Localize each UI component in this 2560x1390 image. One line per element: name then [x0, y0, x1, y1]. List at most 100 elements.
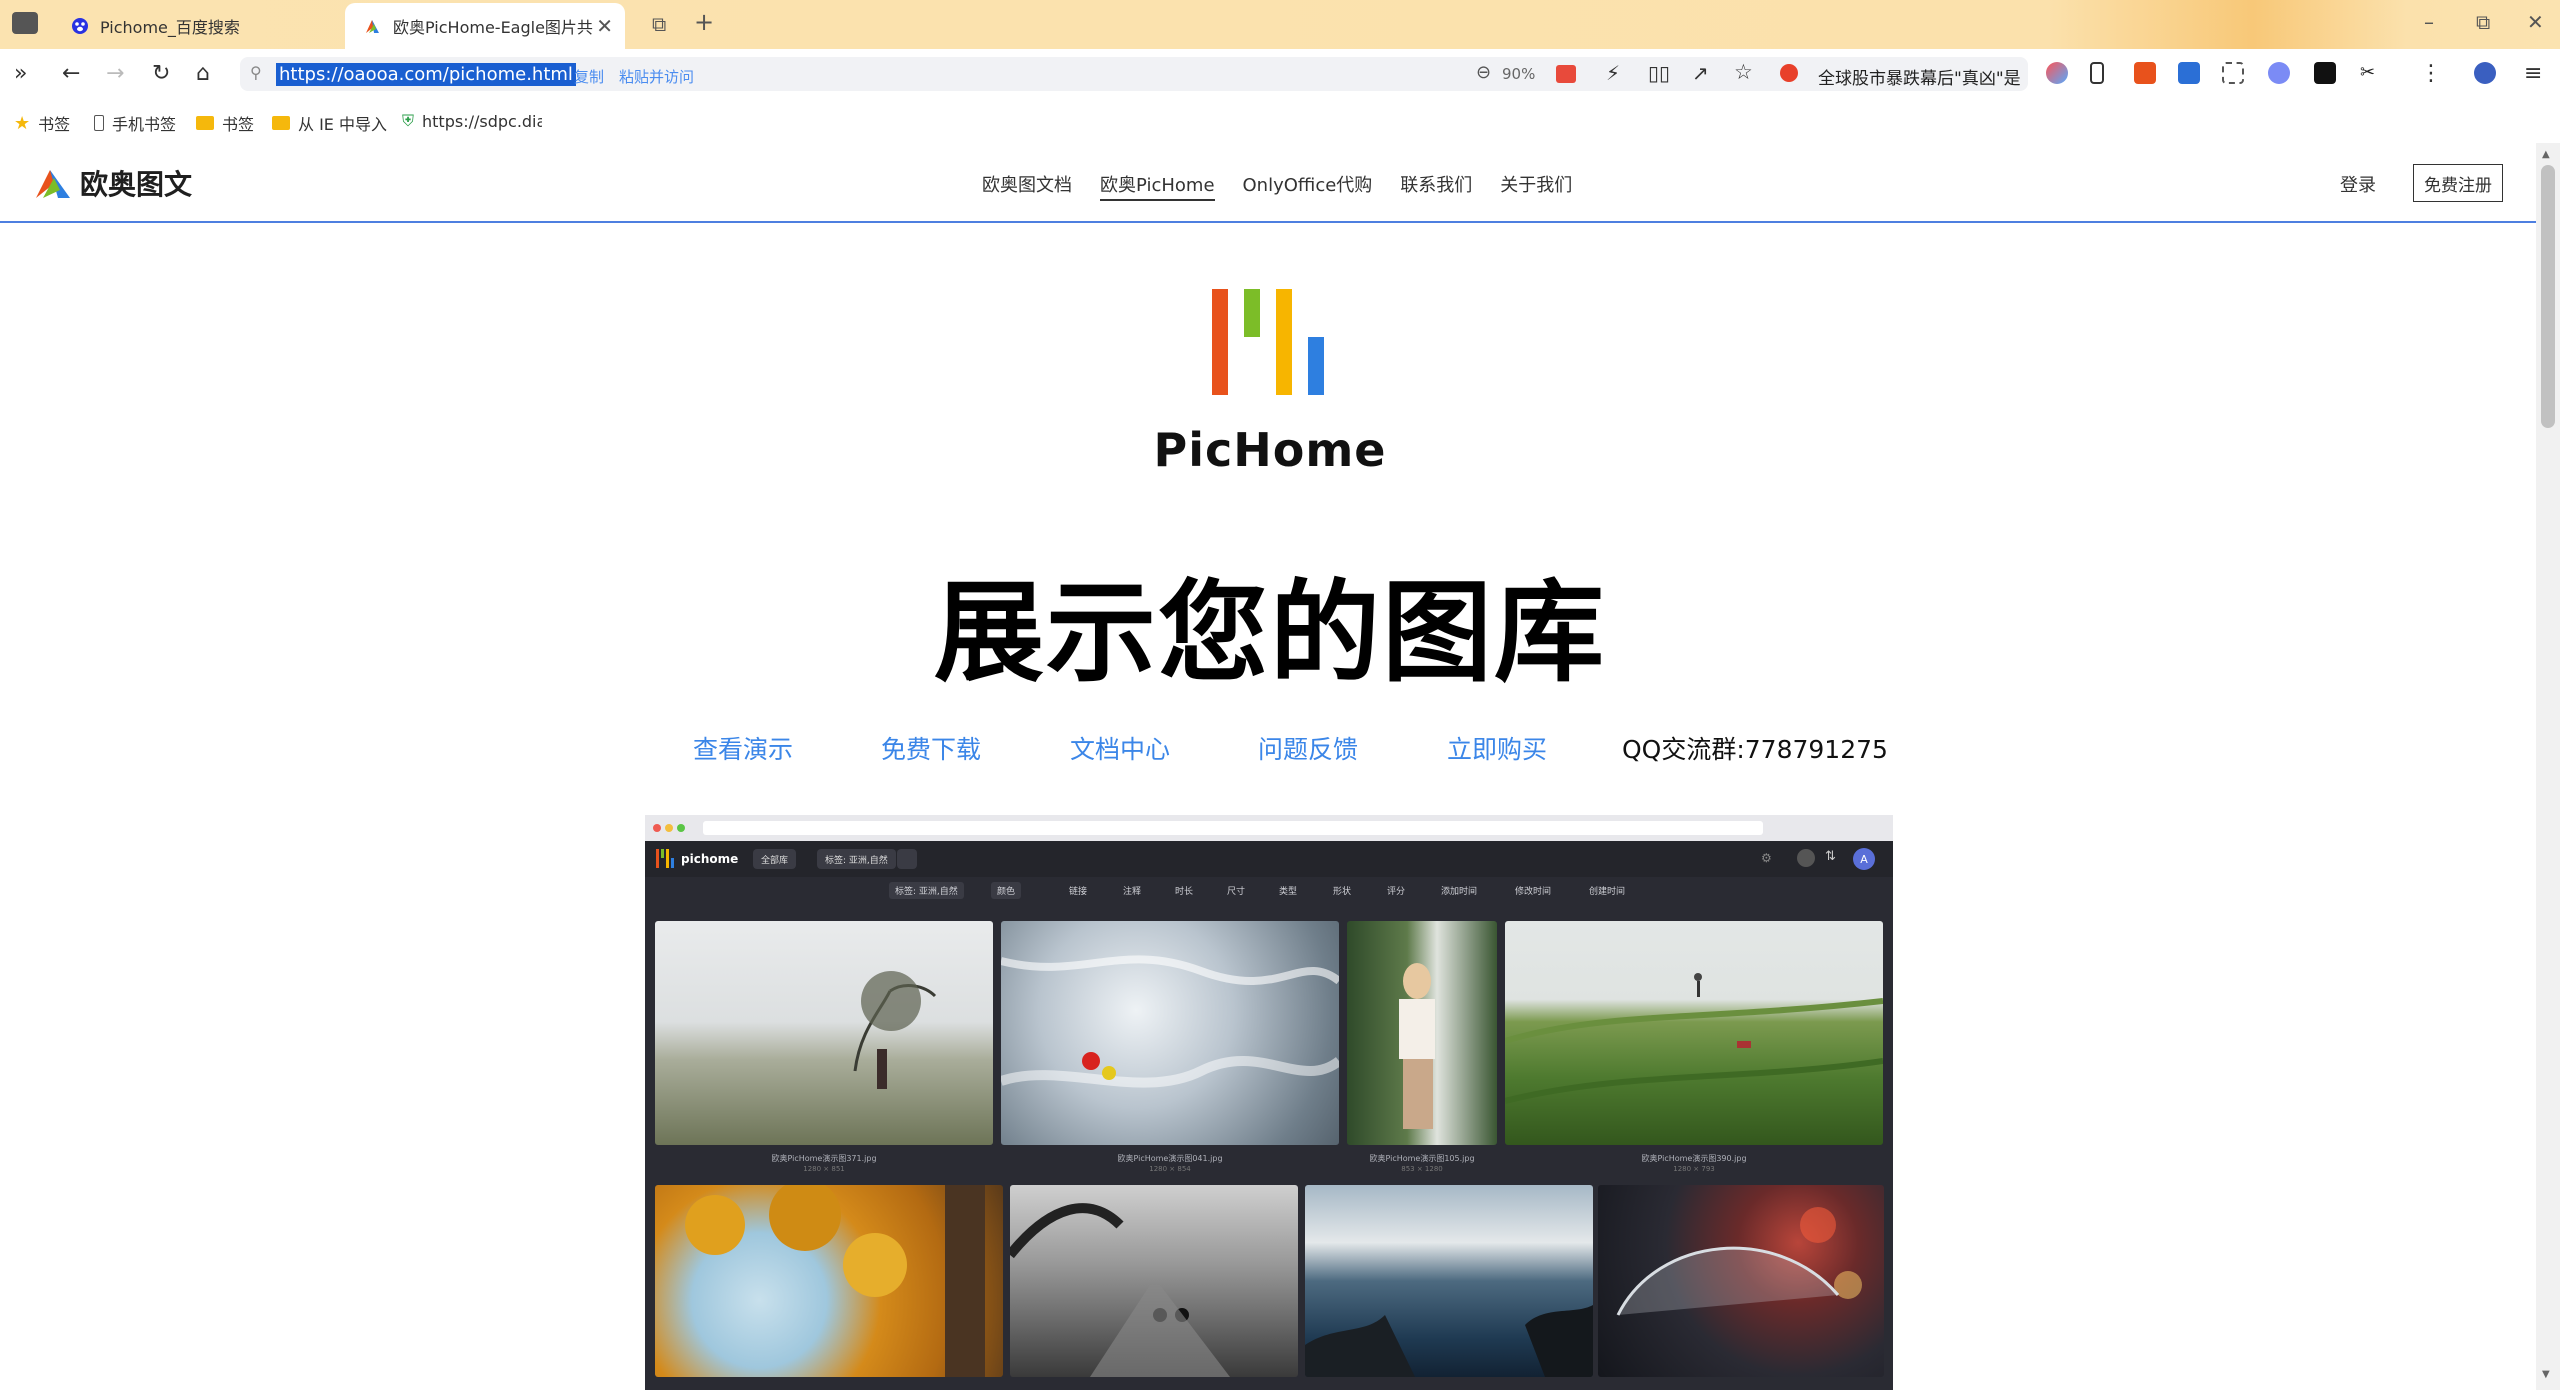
address-bar[interactable]: ⚲ https://oaooa.com/pichome.html 复制 粘贴并访…: [240, 57, 2028, 91]
bookmark-item[interactable]: ★ 书签: [14, 111, 70, 135]
logo-text: 欧奥图文: [80, 168, 193, 201]
bookmark-item[interactable]: 从 IE 中导入: [272, 111, 387, 135]
hero-title: 展示您的图库: [934, 569, 1606, 697]
shield-icon: ⛨: [402, 111, 415, 130]
forward-icon[interactable]: →: [106, 61, 124, 86]
color-chip: [897, 849, 917, 869]
nav-item-pichome[interactable]: 欧奥PicHome: [1100, 171, 1215, 201]
filter-icon: [1797, 849, 1815, 867]
reload-icon[interactable]: ↻: [152, 61, 170, 86]
oaooa-logo-icon: [363, 16, 383, 36]
photo-autumn-leaves: [655, 1185, 1003, 1377]
qr-code-icon[interactable]: [2222, 62, 2244, 84]
browser-toolbar: » ← → ↻ ⌂ ⚲ https://oaooa.com/pichome.ht…: [0, 49, 2560, 99]
more-menu-icon[interactable]: ⋮: [2420, 61, 2442, 86]
nav-item-onlyoffice[interactable]: OnlyOffice代购: [1243, 171, 1373, 201]
folder-icon: [196, 116, 214, 130]
filter-chip: 形状: [1333, 887, 1352, 897]
photo-umbrella-night: [1598, 1185, 1884, 1377]
search-icon: ⚲: [250, 63, 262, 82]
star-icon: ★: [14, 112, 31, 134]
reader-icon[interactable]: [1556, 65, 1576, 83]
back-icon[interactable]: ←: [62, 61, 80, 86]
demo-screenshot: pichome 全部库 标签: 亚洲,自然 ⚙ ⇅ A 标签: 亚洲,自然 颜色…: [645, 815, 1893, 1390]
pen-icon[interactable]: [2314, 62, 2336, 84]
filter-chip: 颜色: [991, 882, 1022, 899]
page-scrollbar[interactable]: ▲ ▼: [2536, 143, 2560, 1390]
nav-item-contact[interactable]: 联系我们: [1400, 171, 1472, 201]
photo-green-hills: [1505, 921, 1883, 1145]
photo-snow-aerial: [1001, 921, 1339, 1145]
tab-baidu-search[interactable]: Pichome_百度搜索: [52, 3, 342, 49]
login-link[interactable]: 登录: [2340, 171, 2376, 197]
filter-chip: 添加时间: [1441, 887, 1478, 897]
window-dot-red: [653, 824, 661, 832]
nav-item-about[interactable]: 关于我们: [1500, 171, 1572, 201]
main-menu-icon[interactable]: ≡: [2524, 61, 2542, 86]
register-button[interactable]: 免费注册: [2413, 164, 2503, 202]
demo-logo: pichome: [655, 849, 738, 869]
tab-pichome[interactable]: 欧奥PicHome-Eagle图片共享 ✕: [345, 3, 625, 49]
buy-link[interactable]: 立即购买: [1447, 730, 1547, 766]
photo-woman-laundry: [1347, 921, 1497, 1145]
bookmark-item[interactable]: 手机书签: [94, 111, 176, 135]
phone-icon[interactable]: [2090, 62, 2104, 84]
filter-chip: 评分: [1387, 887, 1406, 897]
sidebar-toggle-icon[interactable]: [12, 12, 38, 34]
site-nav: 欧奥图文档 欧奥PicHome OnlyOffice代购 联系我们 关于我们: [982, 171, 1572, 201]
photo-caption: 欧奥PicHome演示图041.jpg 1280 × 854: [1117, 1154, 1223, 1173]
minimize-icon[interactable]: –: [2424, 10, 2434, 34]
lightning-icon[interactable]: ⚡: [1606, 61, 1620, 85]
bookmark-item[interactable]: 书签: [196, 111, 254, 135]
download-link[interactable]: 免费下载: [881, 730, 981, 766]
feedback-link[interactable]: 问题反馈: [1258, 730, 1358, 766]
tab-title: 欧奥PicHome-Eagle图片共享: [393, 18, 593, 37]
photo-caption: 欧奥PicHome演示图371.jpg 1280 × 851: [771, 1154, 877, 1173]
site-logo[interactable]: 欧奥图文: [34, 163, 192, 203]
library-chip: 全部库: [753, 849, 797, 869]
scroll-up-icon[interactable]: ▲: [2542, 149, 2550, 160]
pdf-icon[interactable]: [2134, 62, 2156, 84]
paste-go-button[interactable]: 粘贴并访问: [619, 66, 694, 87]
read-mode-icon[interactable]: ▯▯: [1648, 61, 1670, 85]
pichome-logo-icon: [1212, 289, 1324, 395]
close-tab-icon[interactable]: ✕: [596, 14, 613, 38]
zoom-out-icon[interactable]: ⊖: [1476, 62, 1491, 83]
tab-list-icon[interactable]: ⧉: [652, 12, 666, 36]
expand-sidebar-icon[interactable]: »: [14, 61, 27, 86]
restore-icon[interactable]: ⧉: [2476, 10, 2490, 34]
scroll-thumb[interactable]: [2541, 165, 2555, 428]
url-input[interactable]: https://oaooa.com/pichome.html: [276, 63, 576, 86]
search-engine-icon[interactable]: [1780, 64, 1798, 82]
tab-title: Pichome_百度搜索: [100, 18, 240, 37]
favorite-star-icon[interactable]: ☆: [1734, 60, 1753, 84]
nav-item-docs[interactable]: 欧奥图文档: [982, 171, 1072, 201]
folder-icon: [272, 116, 290, 130]
brand-name: PicHome: [1153, 423, 1387, 477]
ai-assistant-icon[interactable]: [2046, 62, 2068, 84]
window-dot-yellow: [665, 824, 673, 832]
photo-caption: 欧奥PicHome演示图105.jpg 853 × 1280: [1369, 1154, 1475, 1173]
docs-link[interactable]: 文档中心: [1070, 730, 1170, 766]
phone-icon: [94, 115, 104, 131]
demo-window-chrome: [645, 815, 1893, 841]
home-icon[interactable]: ⌂: [196, 61, 210, 86]
bookmark-item[interactable]: ⛨https://sdpc.dian: [402, 111, 542, 131]
bookmarks-bar: ★书签 手机书签 书签 从 IE 中导入 ⛨https://sdpc.dian: [0, 99, 2560, 143]
share-icon[interactable]: ↗: [1692, 61, 1709, 85]
translate-icon[interactable]: [2178, 62, 2200, 84]
photo-sea-rocks: [1305, 1185, 1593, 1377]
scroll-down-icon[interactable]: ▼: [2542, 1369, 2550, 1380]
zoom-level[interactable]: 90%: [1502, 65, 1535, 83]
news-ticker[interactable]: 全球股市暴跌幕后"真凶"是: [1818, 64, 2043, 89]
profile-avatar[interactable]: [2474, 62, 2496, 84]
demo-link[interactable]: 查看演示: [693, 730, 793, 766]
scissors-icon[interactable]: ✂: [2360, 62, 2382, 84]
new-tab-icon[interactable]: +: [694, 8, 714, 36]
window-dot-green: [677, 824, 685, 832]
extension-icon[interactable]: [2268, 62, 2290, 84]
photo-bw-cyclists: [1010, 1185, 1298, 1377]
copy-url-button[interactable]: 复制: [574, 66, 604, 87]
qq-group-text: QQ交流群:778791275: [1622, 735, 1888, 764]
close-window-icon[interactable]: ✕: [2527, 10, 2544, 34]
